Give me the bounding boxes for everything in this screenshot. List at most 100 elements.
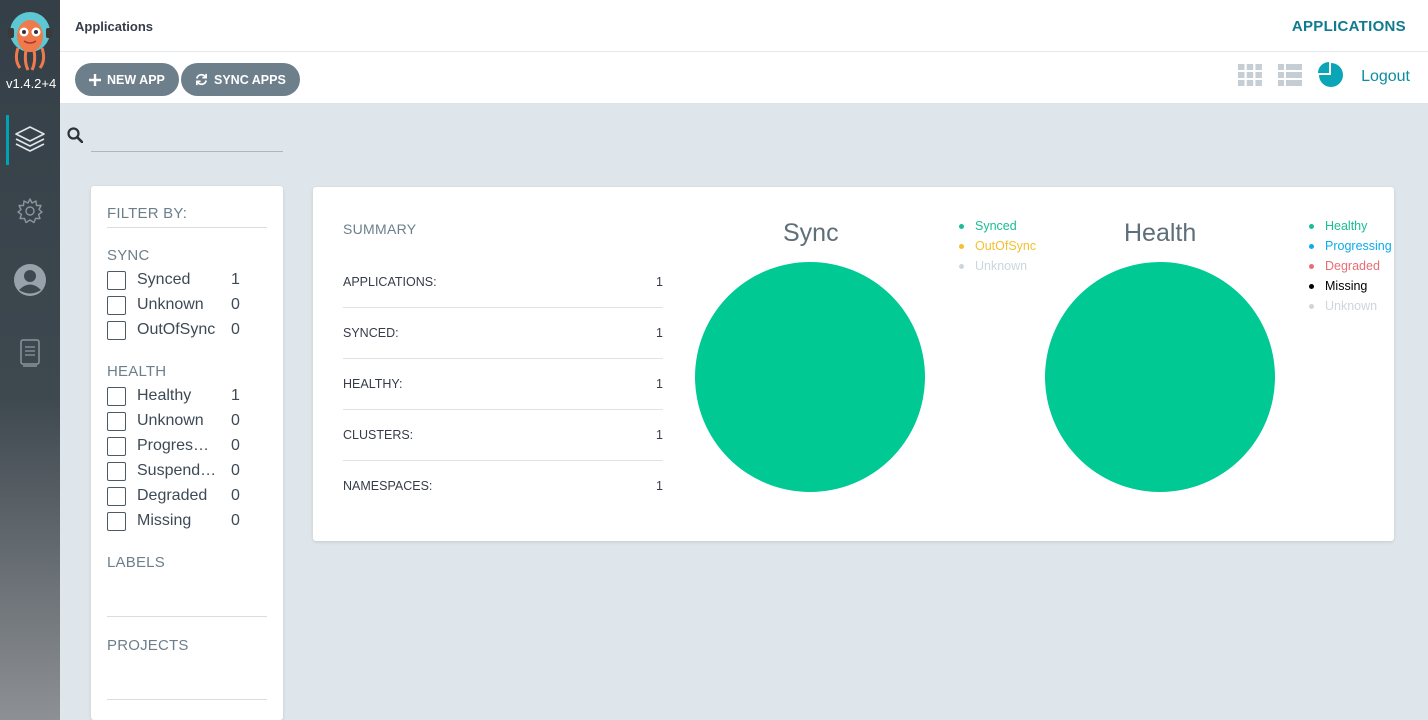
legend-item-missing: Missing (1309, 276, 1392, 296)
nav-documentation[interactable] (0, 328, 60, 378)
health-chart-title: Health (1124, 219, 1197, 247)
sync-apps-button[interactable]: SYNC APPS (181, 63, 300, 96)
legend-item-unknown: Unknown (1309, 296, 1392, 316)
labels-filter-heading: LABELS (107, 554, 165, 571)
filter-count: 1 (231, 271, 240, 288)
filter-count: 0 (231, 321, 240, 338)
summary-panel: SUMMARY APPLICATIONS: 1 SYNCED: 1 HEALTH… (313, 187, 1394, 541)
health-filter-unknown[interactable]: Unknown 0 (107, 410, 267, 432)
toolbar: NEW APP SYNC APPS Logout (60, 52, 1428, 104)
filter-label: Unknown (137, 412, 204, 429)
sync-filter-synced[interactable]: Synced 1 (107, 269, 267, 291)
filter-by-heading: FILTER BY: (107, 205, 188, 222)
summary-key: HEALTHY: (343, 377, 403, 391)
health-filter-missing[interactable]: Missing 0 (107, 510, 267, 532)
filter-label: Suspended (137, 462, 217, 479)
summary-key: APPLICATIONS: (343, 275, 437, 289)
legend-item-outofsync: OutOfSync (959, 236, 1036, 256)
legend-dot (1309, 283, 1314, 289)
sync-legend: Synced OutOfSync Unknown (959, 216, 1036, 276)
filter-label: Healthy (137, 387, 192, 404)
legend-dot (959, 263, 964, 269)
logout-link[interactable]: Logout (1361, 68, 1410, 86)
sync-apps-label: SYNC APPS (214, 72, 286, 87)
legend-label: Degraded (1325, 259, 1380, 273)
filter-count: 0 (231, 412, 240, 429)
legend-item-unknown: Unknown (959, 256, 1036, 276)
legend-item-synced: Synced (959, 216, 1036, 236)
checkbox[interactable] (107, 386, 126, 406)
filter-count: 0 (231, 437, 240, 454)
sync-pie-slice-synced (695, 262, 925, 492)
health-filter-progressing[interactable]: Progressing 0 (107, 435, 267, 457)
checkbox[interactable] (107, 461, 126, 481)
checkbox[interactable] (107, 436, 126, 456)
legend-label: Unknown (975, 259, 1028, 273)
checkbox[interactable] (107, 486, 126, 506)
summary-value: 1 (656, 326, 663, 340)
legend-label: Missing (1325, 279, 1368, 293)
checkbox[interactable] (107, 270, 126, 290)
summary-row-synced: SYNCED: 1 (343, 308, 663, 359)
new-app-button[interactable]: NEW APP (75, 63, 179, 96)
legend-label: OutOfSync (975, 239, 1037, 253)
health-filter-degraded[interactable]: Degraded 0 (107, 485, 267, 507)
filter-label: Unknown (137, 296, 204, 313)
legend-label: Unknown (1325, 299, 1378, 313)
sync-filter-heading: SYNC (107, 247, 150, 264)
filter-divider (107, 227, 267, 228)
summary-row-healthy: HEALTHY: 1 (343, 359, 663, 410)
nav-user-info[interactable] (0, 255, 60, 305)
checkbox[interactable] (107, 295, 126, 315)
sync-filter-unknown[interactable]: Unknown 0 (107, 294, 267, 316)
health-filter-suspended[interactable]: Suspended 0 (107, 460, 267, 482)
filter-count: 0 (231, 462, 240, 479)
search-input[interactable] (91, 122, 283, 152)
legend-item-degraded: Degraded (1309, 256, 1392, 276)
summary-value: 1 (656, 275, 663, 289)
checkbox[interactable] (107, 411, 126, 431)
sync-filter-outofsync[interactable]: OutOfSync 0 (107, 319, 267, 341)
summary-value: 1 (656, 428, 663, 442)
docs-icon (20, 339, 40, 367)
filter-count: 1 (231, 387, 240, 404)
summary-row-clusters: CLUSTERS: 1 (343, 410, 663, 461)
summary-key: CLUSTERS: (343, 428, 414, 442)
projects-filter-heading: PROJECTS (107, 637, 189, 654)
health-filter-healthy[interactable]: Healthy 1 (107, 385, 267, 407)
filter-label: Degraded (137, 487, 208, 504)
sync-pie-chart (695, 262, 925, 492)
filter-panel: FILTER BY: SYNC Synced 1 Unknown 0 OutOf… (91, 186, 283, 720)
legend-item-progressing: Progressing (1309, 236, 1392, 256)
projects-filter-input[interactable] (107, 699, 267, 700)
nav-settings[interactable] (0, 186, 60, 236)
list-view-icon[interactable] (1278, 64, 1302, 91)
filter-label: Progressing (137, 437, 217, 454)
search-icon (67, 127, 84, 148)
argo-logo-icon[interactable] (6, 10, 54, 72)
checkbox[interactable] (107, 320, 126, 340)
summary-view-icon[interactable] (1318, 62, 1344, 93)
plus-icon (89, 73, 101, 86)
sync-chart-title: Sync (783, 219, 839, 247)
legend-label: Healthy (1325, 219, 1368, 233)
version-label: v1.4.2+4 (6, 76, 57, 91)
user-icon (14, 264, 46, 296)
summary-title: SUMMARY (343, 221, 417, 237)
tiles-view-icon[interactable] (1238, 64, 1262, 91)
legend-label: Synced (975, 219, 1017, 233)
checkbox[interactable] (107, 511, 126, 531)
filter-label: Synced (137, 271, 191, 288)
left-nav: v1.4.2+4 (0, 0, 60, 720)
health-pie-slice-healthy (1045, 262, 1275, 492)
top-bar: Applications APPLICATIONS (60, 0, 1428, 52)
sync-icon (196, 73, 207, 86)
nav-applications[interactable] (0, 115, 60, 165)
health-pie-chart (1045, 262, 1275, 492)
breadcrumb[interactable]: Applications (75, 19, 153, 34)
summary-row-applications: APPLICATIONS: 1 (343, 257, 663, 308)
labels-filter-input[interactable] (107, 616, 267, 617)
filter-label: Missing (137, 512, 192, 529)
health-filter-heading: HEALTH (107, 363, 167, 380)
summary-key: NAMESPACES: (343, 479, 433, 493)
